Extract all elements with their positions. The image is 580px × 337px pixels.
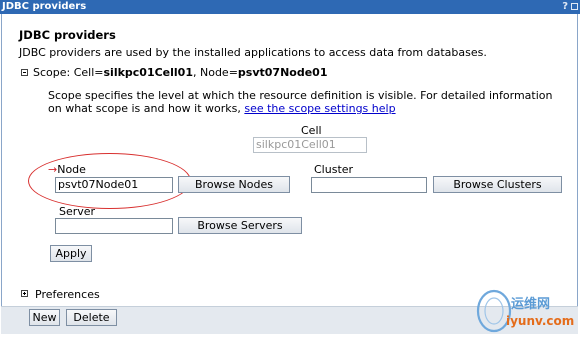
node-label: Node <box>57 163 86 176</box>
new-button[interactable]: New <box>29 309 60 326</box>
apply-button[interactable]: Apply <box>50 245 92 262</box>
browse-clusters-button[interactable]: Browse Clusters <box>433 176 562 193</box>
preferences-label[interactable]: Preferences <box>35 288 100 301</box>
scope-summary: Scope: Cell=silkpc01Cell01, Node=psvt07N… <box>33 66 328 79</box>
collapse-icon[interactable] <box>21 69 28 76</box>
browse-servers-button[interactable]: Browse Servers <box>178 217 302 234</box>
expand-icon[interactable] <box>21 290 28 297</box>
minimize-icon[interactable] <box>571 3 578 10</box>
scope-node-sep: , Node= <box>193 66 238 79</box>
scope-help-text: Scope specifies the level at which the r… <box>48 89 568 115</box>
scope-prefix: Scope: Cell= <box>33 66 104 79</box>
cell-field: silkpc01Cell01 <box>253 137 367 153</box>
browse-nodes-button[interactable]: Browse Nodes <box>178 176 290 193</box>
server-field[interactable] <box>55 218 173 234</box>
scope-settings-help-link[interactable]: see the scope settings help <box>244 102 395 115</box>
portlet-titlebar: JDBC providers ? <box>0 0 580 14</box>
delete-button[interactable]: Delete <box>66 309 117 326</box>
watermark-url: iyunv.com <box>506 314 575 328</box>
scope-node: psvt07Node01 <box>237 66 328 79</box>
cluster-field[interactable] <box>311 177 427 193</box>
page-description: JDBC providers are used by the installed… <box>19 46 487 59</box>
help-icon[interactable]: ? <box>562 0 568 14</box>
page-title: JDBC providers <box>19 28 116 42</box>
window-title: JDBC providers <box>2 1 87 12</box>
cell-label: Cell <box>301 124 322 137</box>
server-label: Server <box>59 205 96 218</box>
scope-cell: silkpc01Cell01 <box>103 66 194 79</box>
node-field[interactable]: psvt07Node01 <box>55 177 173 193</box>
required-arrow-icon: → <box>48 163 58 176</box>
node-label-row: →Node <box>48 163 86 176</box>
watermark-logo: 运维网 iyunv.com <box>472 288 580 334</box>
watermark-chinese: 运维网 <box>511 297 551 312</box>
cluster-label: Cluster <box>314 163 354 176</box>
